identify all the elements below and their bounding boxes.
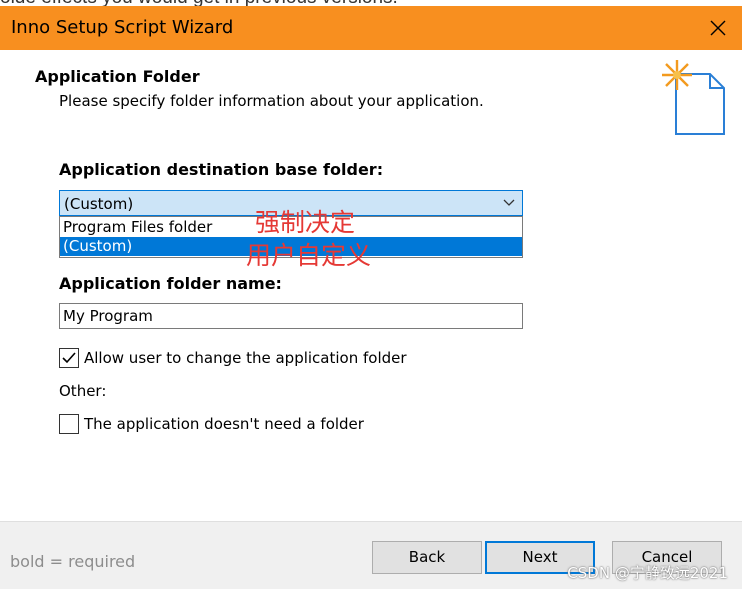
no-folder-label: The application doesn't need a folder <box>84 415 364 433</box>
wizard-document-icon <box>662 60 725 135</box>
annotation-line-1: 强制决定 <box>255 208 356 237</box>
page-title: Application Folder <box>35 67 200 86</box>
page-header: Application Folder Please specify folder… <box>0 50 742 140</box>
close-icon <box>710 20 726 36</box>
base-folder-label: Application destination base folder: <box>59 160 384 179</box>
window-title: Inno Setup Script Wizard <box>11 17 234 38</box>
folder-name-input[interactable] <box>59 303 523 329</box>
watermark: CSDN @宁静致远2021 <box>567 564 728 582</box>
folder-name-label: Application folder name: <box>59 274 282 293</box>
allow-change-label: Allow user to change the application fol… <box>84 349 407 367</box>
wizard-window: Inno Setup Script Wizard Application Fol… <box>0 6 742 589</box>
annotation-line-2: 用户自定义 <box>246 241 372 270</box>
page-subtitle: Please specify folder information about … <box>59 92 484 110</box>
chevron-down-icon <box>503 199 515 206</box>
other-label: Other: <box>59 382 107 400</box>
required-note: bold = required <box>10 552 136 571</box>
allow-change-checkbox[interactable] <box>59 348 79 368</box>
no-folder-checkbox[interactable] <box>59 414 79 434</box>
close-button[interactable] <box>708 18 728 38</box>
back-button[interactable]: Back <box>372 541 482 574</box>
checkmark-icon <box>62 352 76 364</box>
base-folder-selected-value: (Custom) <box>64 195 134 213</box>
title-bar: Inno Setup Script Wizard <box>0 6 742 50</box>
